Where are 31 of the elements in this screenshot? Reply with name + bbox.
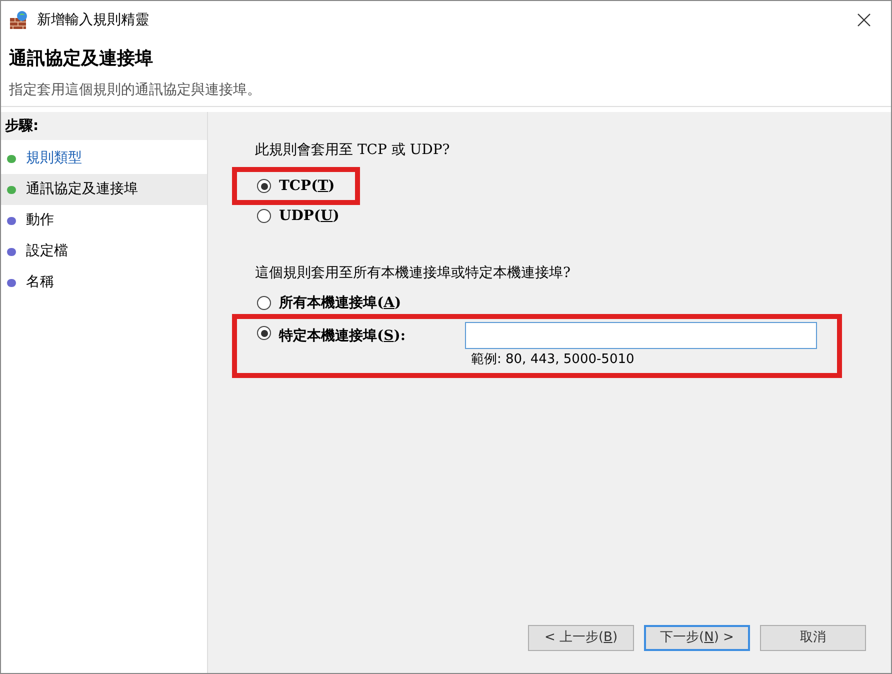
- port-question: 這個規則套用至所有本機連接埠或特定本機連接埠?: [255, 264, 572, 283]
- step-item[interactable]: 規則類型: [1, 143, 207, 174]
- next-button[interactable]: 下一步(N) >: [644, 625, 750, 651]
- step-label: 動作: [26, 211, 54, 230]
- radio-label: 所有本機連接埠(A): [279, 294, 402, 312]
- back-button[interactable]: < 上一步(B): [528, 625, 634, 651]
- radio-button[interactable]: [257, 179, 271, 193]
- port-input-field[interactable]: [465, 322, 817, 349]
- window-title: 新增輸入規則精靈: [37, 10, 149, 30]
- step-item[interactable]: 動作: [1, 205, 207, 236]
- radio-button[interactable]: [257, 209, 271, 223]
- firewall-icon: [9, 10, 29, 30]
- radio-label: TCP(T): [279, 176, 335, 196]
- protocol-question: 此規則會套用至 TCP 或 UDP?: [255, 141, 451, 160]
- step-label: 規則類型: [26, 149, 82, 168]
- step-label: 設定檔: [26, 242, 68, 261]
- port-example: 範例: 80, 443, 5000-5010: [471, 351, 636, 369]
- step-label: 名稱: [26, 273, 54, 292]
- step-item[interactable]: 名稱: [1, 267, 207, 298]
- radio-label: UDP(U): [279, 206, 340, 226]
- step-label: 通訊協定及連接埠: [26, 180, 138, 199]
- steps-heading: 步驟:: [1, 112, 207, 140]
- page-description: 指定套用這個規則的通訊協定與連接埠。: [9, 80, 262, 100]
- radio-label: 特定本機連接埠(S):: [279, 326, 407, 346]
- step-item[interactable]: 設定檔: [1, 236, 207, 267]
- step-item[interactable]: 通訊協定及連接埠: [1, 174, 207, 205]
- close-icon[interactable]: [857, 13, 871, 27]
- cancel-button[interactable]: 取消: [760, 625, 866, 651]
- page-heading: 通訊協定及連接埠: [9, 46, 154, 70]
- radio-button[interactable]: [257, 296, 271, 310]
- radio-button[interactable]: [257, 326, 271, 340]
